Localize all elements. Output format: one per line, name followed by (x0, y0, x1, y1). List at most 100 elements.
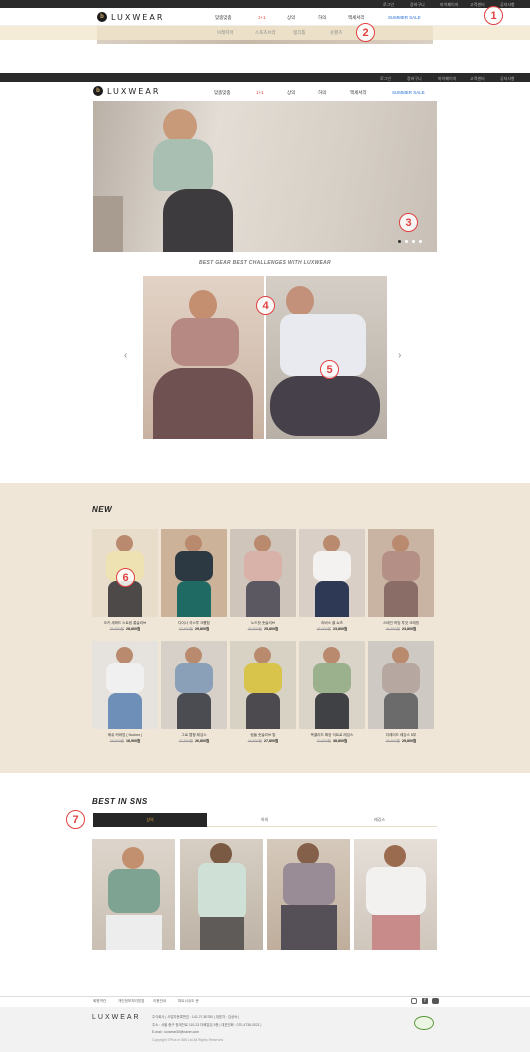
main-gnb-custom[interactable]: 맞춤맞춤 (214, 90, 231, 96)
best-gear-card-2[interactable] (266, 276, 387, 439)
new-product-image[interactable] (368, 529, 434, 617)
model-top (106, 663, 144, 693)
instagram-icon[interactable] (411, 998, 417, 1004)
new-product-image[interactable] (230, 641, 296, 729)
best-gear-title: BEST GEAR BEST CHALLENGES WITH LUXWEAR (199, 260, 331, 266)
callout-4: 4 (256, 296, 275, 315)
new-product-price: 32,800원 26,800원 (155, 739, 233, 744)
hero-dot-1[interactable] (398, 240, 401, 243)
sns-card-3[interactable] (267, 839, 350, 950)
footer-link-privacy[interactable]: 개인정보처리방침 (118, 999, 144, 1004)
new-product-price: 36,800원 28,800원 (86, 627, 164, 632)
sns4-top (366, 867, 426, 915)
new-product-price: 46,800원 23,800원 (362, 627, 440, 632)
new-product-image[interactable] (161, 529, 227, 617)
new-product-price: 46,800원 25,800원 (362, 739, 440, 744)
main-util-mypage[interactable]: 마이페이지 (438, 76, 456, 82)
model-head (392, 535, 409, 552)
main-header: b LUXWEAR 맞춤맞춤 1+1 상의 하의 액세서리 SUMMER SAL… (0, 82, 530, 100)
gnb-accessory[interactable]: 액세서리 (348, 15, 365, 21)
new-product-image[interactable] (230, 529, 296, 617)
footer-link-partner[interactable]: 파트너쉬도 문 (178, 999, 199, 1004)
hero-banner[interactable] (93, 101, 437, 252)
main-util-notice[interactable]: 공지사항 (500, 76, 515, 82)
main-gnb-accessory[interactable]: 액세서리 (350, 90, 367, 96)
new-product-image[interactable] (161, 641, 227, 729)
footer-divider (0, 996, 530, 997)
main-logo[interactable]: b LUXWEAR (93, 86, 160, 96)
best-gear-card-1[interactable] (143, 276, 264, 439)
preview-logo[interactable]: b LUXWEAR (97, 12, 164, 22)
main-gnb-summer-sale[interactable]: SUMMER SALE (392, 90, 425, 95)
gnb-top[interactable]: 상의 (287, 15, 295, 21)
new-product-name[interactable]: 에쉬 커버업 ( 9colors ) (86, 733, 164, 738)
youtube-icon[interactable] (432, 998, 439, 1004)
hero-dot-3[interactable] (412, 240, 415, 243)
hero-dot-2[interactable] (405, 240, 408, 243)
submenu-shorts[interactable]: 숏팬츠 (330, 30, 342, 36)
sns-card-1[interactable] (92, 839, 175, 950)
sale-price: 27,800원 (264, 739, 279, 743)
chevron-left-icon[interactable]: ‹ (124, 350, 127, 361)
new-product-name[interactable]: 림들 숏슬리브 탑 (224, 733, 302, 738)
footer-info-3: E-mail : luxwear30@naver.com (152, 1030, 199, 1034)
hero-model-head (163, 109, 197, 143)
new-product-name[interactable]: 리버스 쿨 쇼츠 (293, 621, 371, 626)
tab-bottoms[interactable]: 하의 (207, 813, 322, 827)
footer-link-terms[interactable]: 회원약관 (93, 999, 106, 1004)
main-gnb-1plus1[interactable]: 1+1 (256, 90, 264, 95)
logo-text: LUXWEAR (111, 12, 165, 22)
main-util-login[interactable]: 로그인 (380, 76, 391, 82)
callout-2: 2 (356, 23, 375, 42)
model-bottom (384, 693, 418, 729)
hero-left-wall (93, 196, 123, 252)
sns-section-title: BEST IN SNS (92, 797, 148, 806)
model-top (313, 663, 351, 693)
logo-mark-icon: b (97, 12, 107, 22)
gnb-bottom[interactable]: 하의 (318, 15, 326, 21)
sns3-bottom (281, 905, 337, 950)
hero-dot-4[interactable] (419, 240, 422, 243)
hero-slide-dots[interactable] (398, 240, 422, 243)
new-product-image[interactable] (299, 641, 365, 729)
new-product-name[interactable]: 다이나 석스루 크롭탑 (155, 621, 233, 626)
facebook-icon[interactable]: f (422, 998, 428, 1004)
sns-card-2[interactable] (180, 839, 263, 950)
new-product-name[interactable]: 더레이드 레깅스 5부 (362, 733, 440, 738)
certification-badge-icon (414, 1016, 434, 1030)
card1-bottom (153, 368, 253, 439)
sale-price: 23,800원 (402, 627, 417, 631)
main-util-cart[interactable]: 장바구니 (407, 76, 422, 82)
gnb-1plus1[interactable]: 1+1 (258, 15, 266, 20)
new-product-name[interactable]: 노드힛 숏슬리브 (224, 621, 302, 626)
callout-5: 5 (320, 360, 339, 379)
new-product-name[interactable]: 스테인 허밍 투것 크레빙 (362, 621, 440, 626)
sns-card-4[interactable] (354, 839, 437, 950)
new-product-image[interactable] (92, 641, 158, 729)
new-section-title: NEW (92, 505, 113, 514)
new-product-name[interactable]: 그로 랩핑 레깅스 (155, 733, 233, 738)
sns1-head (122, 847, 144, 869)
new-product-name[interactable]: 옥클리드 확장 석트로 레깅스 (293, 733, 371, 738)
new-product-image[interactable] (368, 641, 434, 729)
main-gnb-top[interactable]: 상의 (287, 90, 295, 96)
new-product-name[interactable]: 오키 세퍼드 스트링 롱슬리브 (86, 621, 164, 626)
tab-leggings[interactable]: 레깅스 (322, 813, 437, 827)
card1-top (171, 318, 239, 366)
chevron-right-icon[interactable]: › (398, 350, 401, 361)
new-product-image[interactable] (299, 529, 365, 617)
main-util-cs[interactable]: 고객센터 (470, 76, 485, 82)
gnb-summer-sale[interactable]: SUMMER SALE (388, 15, 421, 20)
submenu-sportsbra[interactable]: 스포츠브라 (255, 30, 276, 36)
main-gnb-bottom[interactable]: 하의 (318, 90, 326, 96)
footer-link-guide[interactable]: 이용안내 (153, 999, 166, 1004)
gnb-custom[interactable]: 맞춤맞춤 (215, 15, 232, 21)
model-top (313, 551, 351, 581)
submenu-bra[interactable]: 브래지어 (217, 30, 234, 36)
sns2-head (210, 843, 232, 865)
submenu-tanktop[interactable]: 탱크톱 (293, 30, 305, 36)
main-logo-text: LUXWEAR (107, 86, 161, 96)
sale-price: 28,800원 (126, 627, 141, 631)
sns1-bottom (106, 915, 162, 950)
tab-tops[interactable]: 상의 (93, 813, 207, 827)
